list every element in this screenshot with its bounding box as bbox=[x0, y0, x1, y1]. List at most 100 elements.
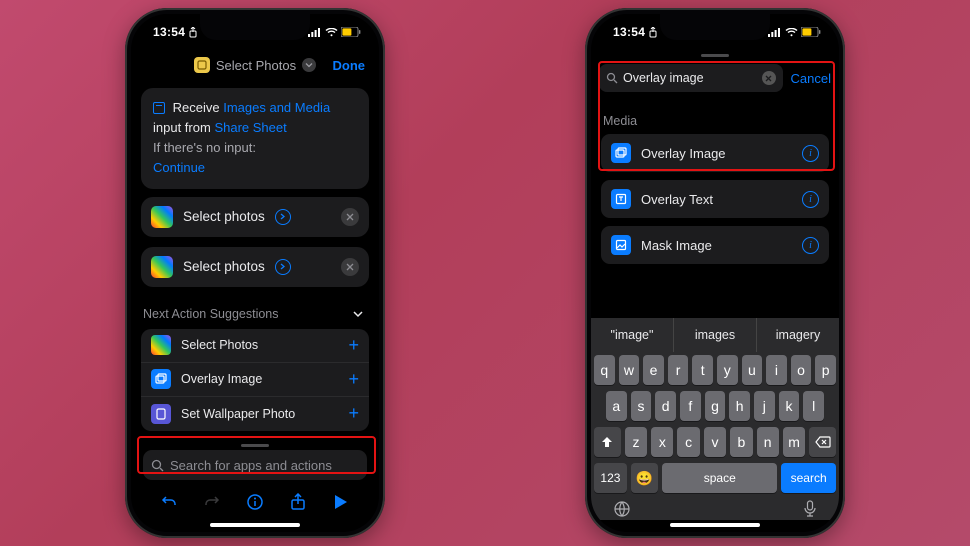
chevron-down-icon[interactable] bbox=[349, 305, 367, 323]
status-time: 13:54 bbox=[153, 25, 185, 39]
remove-action-icon[interactable] bbox=[341, 258, 359, 276]
mask-image-icon bbox=[611, 235, 631, 255]
action-label: Select photos bbox=[183, 209, 265, 224]
info-icon[interactable]: i bbox=[802, 145, 819, 162]
shortcut-badge-icon bbox=[194, 57, 210, 73]
backspace-key[interactable] bbox=[809, 427, 836, 457]
key-h[interactable]: h bbox=[729, 391, 750, 421]
prediction-1[interactable]: "image" bbox=[591, 318, 674, 352]
emoji-key[interactable]: 😀 bbox=[631, 463, 658, 493]
remove-action-icon[interactable] bbox=[341, 208, 359, 226]
mic-icon[interactable] bbox=[803, 500, 817, 518]
key-x[interactable]: x bbox=[651, 427, 673, 457]
search-field[interactable]: Search for apps and actions bbox=[143, 450, 367, 480]
overlay-text-icon bbox=[611, 189, 631, 209]
key-d[interactable]: d bbox=[655, 391, 676, 421]
continue-link[interactable]: Continue bbox=[153, 160, 205, 175]
receive-icon bbox=[153, 102, 165, 114]
key-a[interactable]: a bbox=[606, 391, 627, 421]
key-e[interactable]: e bbox=[643, 355, 664, 385]
prediction-2[interactable]: images bbox=[674, 318, 757, 352]
info-icon[interactable] bbox=[242, 489, 268, 515]
disclosure-icon[interactable] bbox=[275, 259, 291, 275]
key-j[interactable]: j bbox=[754, 391, 775, 421]
key-w[interactable]: w bbox=[619, 355, 640, 385]
images-media-link[interactable]: Images and Media bbox=[223, 100, 330, 115]
cancel-button[interactable]: Cancel bbox=[791, 71, 831, 86]
play-icon[interactable] bbox=[328, 489, 354, 515]
shortcut-title-wrap[interactable]: Select Photos bbox=[194, 57, 316, 73]
info-icon[interactable]: i bbox=[802, 237, 819, 254]
search-input[interactable]: Overlay image bbox=[599, 64, 783, 92]
numbers-key[interactable]: 123 bbox=[594, 463, 627, 493]
kb-row-3: z x c v b n m bbox=[594, 427, 836, 457]
result-overlay-text[interactable]: Overlay Text i bbox=[601, 180, 829, 218]
key-g[interactable]: g bbox=[705, 391, 726, 421]
key-c[interactable]: c bbox=[677, 427, 699, 457]
receive-input-card[interactable]: Receive Images and Media input from Shar… bbox=[141, 88, 369, 189]
done-button[interactable]: Done bbox=[333, 58, 366, 73]
suggestion-select-photos[interactable]: Select Photos + bbox=[141, 329, 369, 363]
action-select-photos-1[interactable]: Select photos bbox=[141, 197, 369, 237]
key-i[interactable]: i bbox=[766, 355, 787, 385]
disclosure-icon[interactable] bbox=[275, 209, 291, 225]
result-mask-image[interactable]: Mask Image i bbox=[601, 226, 829, 264]
prediction-3[interactable]: imagery bbox=[757, 318, 839, 352]
share-sheet-link[interactable]: Share Sheet bbox=[214, 120, 286, 135]
key-t[interactable]: t bbox=[692, 355, 713, 385]
notch bbox=[660, 14, 770, 40]
overlay-image-icon bbox=[151, 369, 171, 389]
overlay-image-icon bbox=[611, 143, 631, 163]
search-wrapper: Search for apps and actions bbox=[141, 450, 369, 480]
category-label: Media bbox=[603, 114, 827, 128]
search-value: Overlay image bbox=[623, 71, 757, 85]
keyboard-toolbar bbox=[591, 496, 839, 520]
suggestion-label: Overlay Image bbox=[181, 372, 338, 386]
share-icon[interactable] bbox=[285, 489, 311, 515]
key-f[interactable]: f bbox=[680, 391, 701, 421]
sheet-drag-handle[interactable] bbox=[701, 54, 729, 57]
key-b[interactable]: b bbox=[730, 427, 752, 457]
wifi-icon bbox=[785, 28, 798, 37]
sheet-drag-handle[interactable] bbox=[241, 444, 269, 447]
key-v[interactable]: v bbox=[704, 427, 726, 457]
globe-icon[interactable] bbox=[613, 500, 631, 518]
key-y[interactable]: y bbox=[717, 355, 738, 385]
home-indicator[interactable] bbox=[670, 523, 760, 527]
result-label: Mask Image bbox=[641, 238, 792, 253]
kb-row-1: q w e r t y u i o p bbox=[594, 355, 836, 385]
key-o[interactable]: o bbox=[791, 355, 812, 385]
suggestion-overlay-image[interactable]: Overlay Image + bbox=[141, 363, 369, 397]
photos-app-icon bbox=[151, 256, 173, 278]
space-key[interactable]: space bbox=[662, 463, 777, 493]
add-suggestion-icon[interactable]: + bbox=[348, 335, 359, 356]
key-u[interactable]: u bbox=[742, 355, 763, 385]
search-header: Overlay image Cancel bbox=[591, 60, 839, 98]
key-p[interactable]: p bbox=[815, 355, 836, 385]
search-key[interactable]: search bbox=[781, 463, 836, 493]
battery-icon bbox=[341, 27, 361, 37]
add-suggestion-icon[interactable]: + bbox=[348, 403, 359, 424]
action-select-photos-2[interactable]: Select photos bbox=[141, 247, 369, 287]
add-suggestion-icon[interactable]: + bbox=[348, 369, 359, 390]
suggestion-set-wallpaper[interactable]: Set Wallpaper Photo + bbox=[141, 397, 369, 431]
clear-search-icon[interactable] bbox=[762, 71, 776, 85]
phone-left: 13:54 Select Photos Done Receive Images … bbox=[125, 8, 385, 538]
key-q[interactable]: q bbox=[594, 355, 615, 385]
no-input-label: If there's no input: bbox=[153, 140, 256, 155]
home-indicator[interactable] bbox=[210, 523, 300, 527]
key-m[interactable]: m bbox=[783, 427, 805, 457]
key-l[interactable]: l bbox=[803, 391, 824, 421]
info-icon[interactable]: i bbox=[802, 191, 819, 208]
key-z[interactable]: z bbox=[625, 427, 647, 457]
key-s[interactable]: s bbox=[631, 391, 652, 421]
undo-icon[interactable] bbox=[156, 489, 182, 515]
shift-key[interactable] bbox=[594, 427, 621, 457]
key-n[interactable]: n bbox=[757, 427, 779, 457]
key-r[interactable]: r bbox=[668, 355, 689, 385]
result-overlay-image[interactable]: Overlay Image i bbox=[601, 134, 829, 172]
prediction-bar: "image" images imagery bbox=[591, 318, 839, 352]
key-k[interactable]: k bbox=[779, 391, 800, 421]
action-label: Select photos bbox=[183, 259, 265, 274]
photos-app-icon bbox=[151, 335, 171, 355]
